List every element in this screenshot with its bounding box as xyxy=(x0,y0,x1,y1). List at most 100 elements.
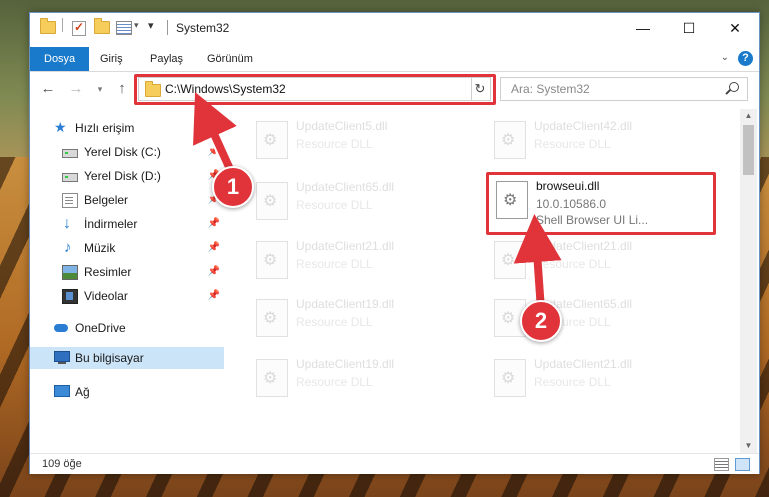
file-description: Resource DLL xyxy=(534,137,611,151)
back-icon[interactable]: ← xyxy=(38,79,58,99)
properties-check-icon[interactable] xyxy=(72,20,86,37)
file-description: Resource DLL xyxy=(296,137,373,151)
maximize-button[interactable]: ☐ xyxy=(666,13,712,44)
file-description: Resource DLL xyxy=(296,198,373,212)
details-view-icon[interactable] xyxy=(714,458,729,471)
scroll-thumb[interactable] xyxy=(743,125,754,175)
sidebar-item-this-pc[interactable]: Bu bilgisayar xyxy=(30,347,224,369)
file-name: UpdateClient42.dll xyxy=(534,119,633,133)
file-item[interactable]: UpdateClient42.dll Resource DLL xyxy=(488,115,713,165)
file-item[interactable]: UpdateClient65.dll Resource DLL xyxy=(250,176,475,226)
sidebar-item-label: Resimler xyxy=(84,265,132,279)
sidebar-item-label: Müzik xyxy=(84,241,116,255)
sidebar-item-label: İndirmeler xyxy=(84,217,138,231)
quick-access-divider xyxy=(62,18,63,34)
file-name: UpdateClient19.dll xyxy=(296,297,395,311)
item-count: 109 öğe xyxy=(42,458,82,470)
file-name: UpdateClient65.dll xyxy=(296,180,395,194)
minimize-button[interactable]: — xyxy=(620,13,666,44)
file-description: Resource DLL xyxy=(296,315,373,329)
expand-ribbon-icon[interactable]: ⌄ xyxy=(721,52,729,63)
sidebar-item-quick-access[interactable]: ★ Hızlı erişim xyxy=(30,117,224,139)
sidebar-item-label: Ağ xyxy=(75,385,90,399)
sidebar-item-network[interactable]: Ağ xyxy=(30,381,224,403)
scroll-up-icon[interactable]: ▲ xyxy=(740,109,757,123)
recent-locations-icon[interactable]: ▾ xyxy=(90,79,110,99)
dll-file-icon xyxy=(494,241,526,279)
ribbon-tabs: Dosya Giriş Paylaş Görünüm ⌄ ? xyxy=(30,47,759,72)
tab-share[interactable]: Paylaş xyxy=(136,47,197,71)
dll-file-icon xyxy=(256,121,288,159)
documents-icon xyxy=(62,193,78,208)
sidebar-item-downloads[interactable]: ↓ İndirmeler 📌 xyxy=(30,213,224,235)
sidebar-item-local-disk-d[interactable]: Yerel Disk (D:) 📌 xyxy=(30,165,224,187)
sidebar-item-videos[interactable]: Videolar 📌 xyxy=(30,285,224,307)
sidebar-item-label: Videolar xyxy=(84,289,128,303)
status-bar: 109 öğe xyxy=(30,453,759,474)
close-button[interactable]: ✕ xyxy=(712,13,758,44)
sidebar-item-label: Belgeler xyxy=(84,193,129,207)
sidebar-item-local-disk-c[interactable]: Yerel Disk (C:) 📌 xyxy=(30,141,224,163)
file-item[interactable]: UpdateClient19.dll Resource DLL xyxy=(250,353,475,403)
search-icon[interactable] xyxy=(729,82,739,92)
scroll-down-icon[interactable]: ▼ xyxy=(740,439,757,453)
help-icon[interactable]: ? xyxy=(738,51,753,66)
file-item[interactable]: UpdateClient5.dll Resource DLL xyxy=(250,115,475,165)
file-name: UpdateClient21.dll xyxy=(534,239,633,253)
tab-view[interactable]: Görünüm xyxy=(193,47,267,71)
customize-toolbar-icon[interactable]: ▾ xyxy=(134,20,139,36)
file-description: Resource DLL xyxy=(296,375,373,389)
sidebar-item-label: Yerel Disk (D:) xyxy=(84,169,161,183)
pin-icon[interactable]: 📌 xyxy=(208,218,220,229)
file-name: UpdateClient5.dll xyxy=(296,119,388,133)
pin-icon[interactable]: 📌 xyxy=(208,146,220,157)
tab-home[interactable]: Giriş xyxy=(86,47,137,71)
file-item[interactable]: UpdateClient21.dll Resource DLL xyxy=(488,235,713,285)
pin-icon[interactable]: 📌 xyxy=(208,242,220,253)
file-item[interactable]: UpdateClient21.dll Resource DLL xyxy=(250,235,475,285)
dll-file-icon xyxy=(256,299,288,337)
dll-file-icon xyxy=(494,121,526,159)
forward-icon[interactable]: → xyxy=(66,79,86,99)
dll-file-icon xyxy=(494,359,526,397)
tab-file[interactable]: Dosya xyxy=(30,47,90,71)
title-bar: ▾ ▾ System32 — ☐ ✕ xyxy=(30,13,759,44)
this-pc-icon xyxy=(54,351,70,364)
file-description: Resource DLL xyxy=(296,257,373,271)
file-item[interactable]: UpdateClient21.dll Resource DLL xyxy=(488,353,713,403)
sidebar-item-onedrive[interactable]: OneDrive xyxy=(30,317,224,339)
sidebar-item-documents[interactable]: Belgeler 📌 xyxy=(30,189,224,211)
search-placeholder: Ara: System32 xyxy=(511,82,590,96)
pin-icon[interactable]: 📌 xyxy=(208,266,220,277)
up-icon[interactable]: ↑ xyxy=(112,79,132,99)
file-list: UpdateClient5.dll Resource DLL UpdateCli… xyxy=(226,113,740,453)
file-description: Resource DLL xyxy=(534,257,611,271)
navigation-pane: ★ Hızlı erişim Yerel Disk (C:) 📌 Yerel D… xyxy=(30,113,224,453)
file-highlight xyxy=(486,172,716,235)
address-bar-highlight xyxy=(134,74,496,105)
dll-file-icon xyxy=(256,359,288,397)
dll-file-icon xyxy=(256,241,288,279)
step-marker-1: 1 xyxy=(212,166,254,208)
sidebar-item-label: Bu bilgisayar xyxy=(75,351,144,365)
file-item[interactable]: UpdateClient19.dll Resource DLL xyxy=(250,293,475,343)
pin-icon[interactable]: 📌 xyxy=(208,290,220,301)
title-separator xyxy=(167,20,168,35)
file-name: UpdateClient21.dll xyxy=(296,239,395,253)
search-input[interactable]: Ara: System32 xyxy=(500,77,748,101)
music-icon: ♪ xyxy=(64,239,72,256)
file-description: Resource DLL xyxy=(534,375,611,389)
properties-icon[interactable] xyxy=(116,21,132,37)
step-marker-2: 2 xyxy=(520,300,562,342)
new-folder-icon[interactable] xyxy=(94,18,110,37)
window-title: System32 xyxy=(176,21,230,35)
toolbar-overflow-icon[interactable]: ▾ xyxy=(148,19,154,35)
star-icon: ★ xyxy=(54,119,67,135)
onedrive-icon xyxy=(54,324,68,332)
sidebar-item-pictures[interactable]: Resimler 📌 xyxy=(30,261,224,283)
vertical-scrollbar[interactable]: ▲ ▼ xyxy=(740,109,757,453)
tiles-view-icon[interactable] xyxy=(735,458,750,471)
sidebar-item-music[interactable]: ♪ Müzik 📌 xyxy=(30,237,224,259)
drive-icon xyxy=(62,173,78,182)
downloads-icon: ↓ xyxy=(63,215,71,232)
